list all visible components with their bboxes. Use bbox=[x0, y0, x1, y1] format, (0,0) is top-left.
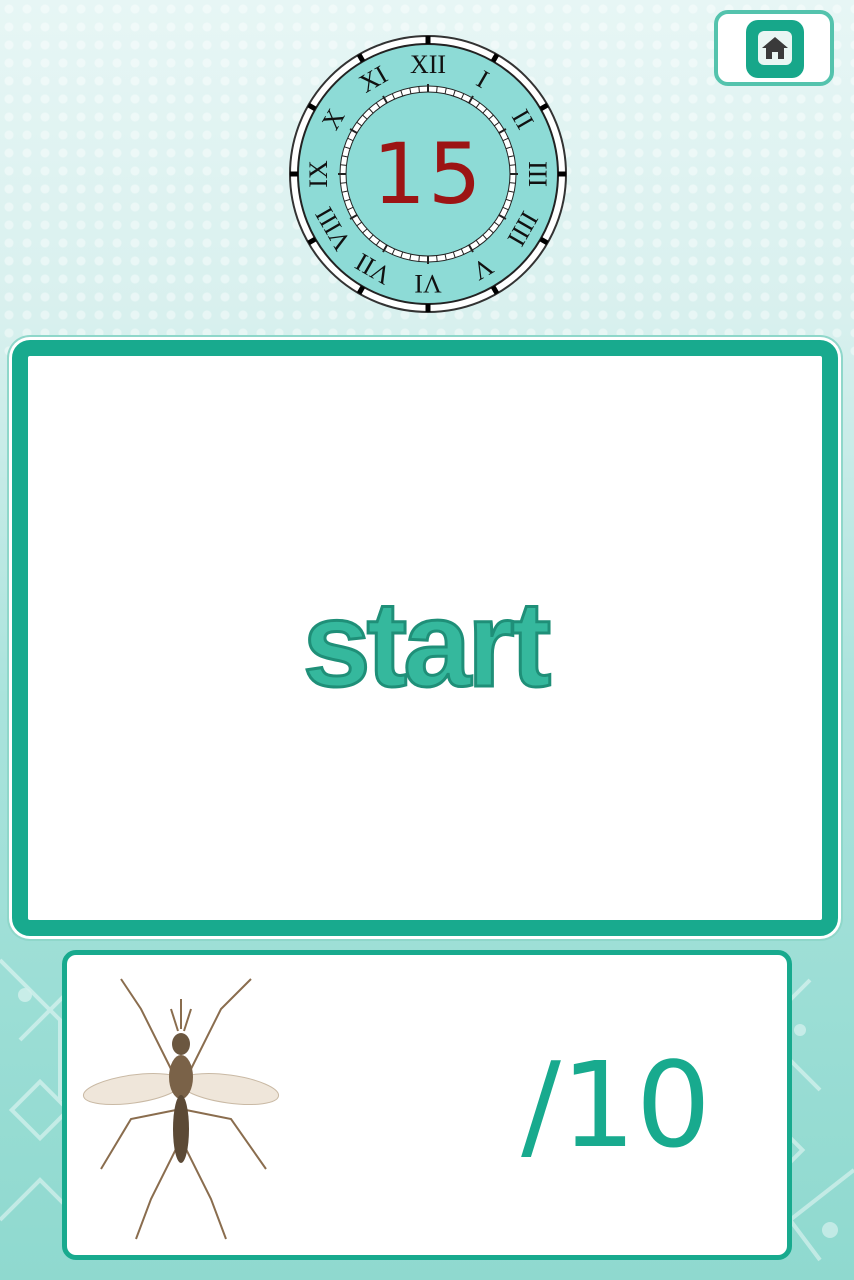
word-text: start bbox=[301, 575, 552, 714]
score-text: /10 bbox=[521, 1036, 711, 1174]
clock-hour-mark bbox=[356, 285, 366, 295]
clock-numeral: III bbox=[523, 161, 552, 187]
word-card[interactable]: start bbox=[12, 340, 838, 936]
clock-numeral: IX bbox=[304, 160, 333, 188]
score-card: /10 bbox=[62, 950, 792, 1260]
clock-hour-mark bbox=[490, 285, 500, 295]
clock-numeral: VI bbox=[414, 269, 441, 298]
timer-value: 15 bbox=[372, 125, 484, 223]
home-button[interactable] bbox=[714, 10, 834, 86]
clock-tick bbox=[418, 255, 420, 262]
mosquito-image bbox=[82, 978, 280, 1240]
clock-hour-mark bbox=[539, 102, 549, 112]
clock-hour-mark bbox=[356, 53, 366, 63]
home-button-face[interactable] bbox=[746, 20, 804, 78]
clock-hour-mark bbox=[490, 53, 500, 63]
clock-tick bbox=[436, 86, 438, 93]
clock-tick bbox=[436, 255, 438, 262]
clock-hour-mark bbox=[539, 236, 549, 246]
clock-numeral: XII bbox=[410, 50, 446, 79]
clock-hour-mark bbox=[307, 236, 317, 246]
home-icon bbox=[758, 31, 792, 65]
clock-tick bbox=[418, 86, 420, 93]
clock-hour-mark bbox=[307, 102, 317, 112]
